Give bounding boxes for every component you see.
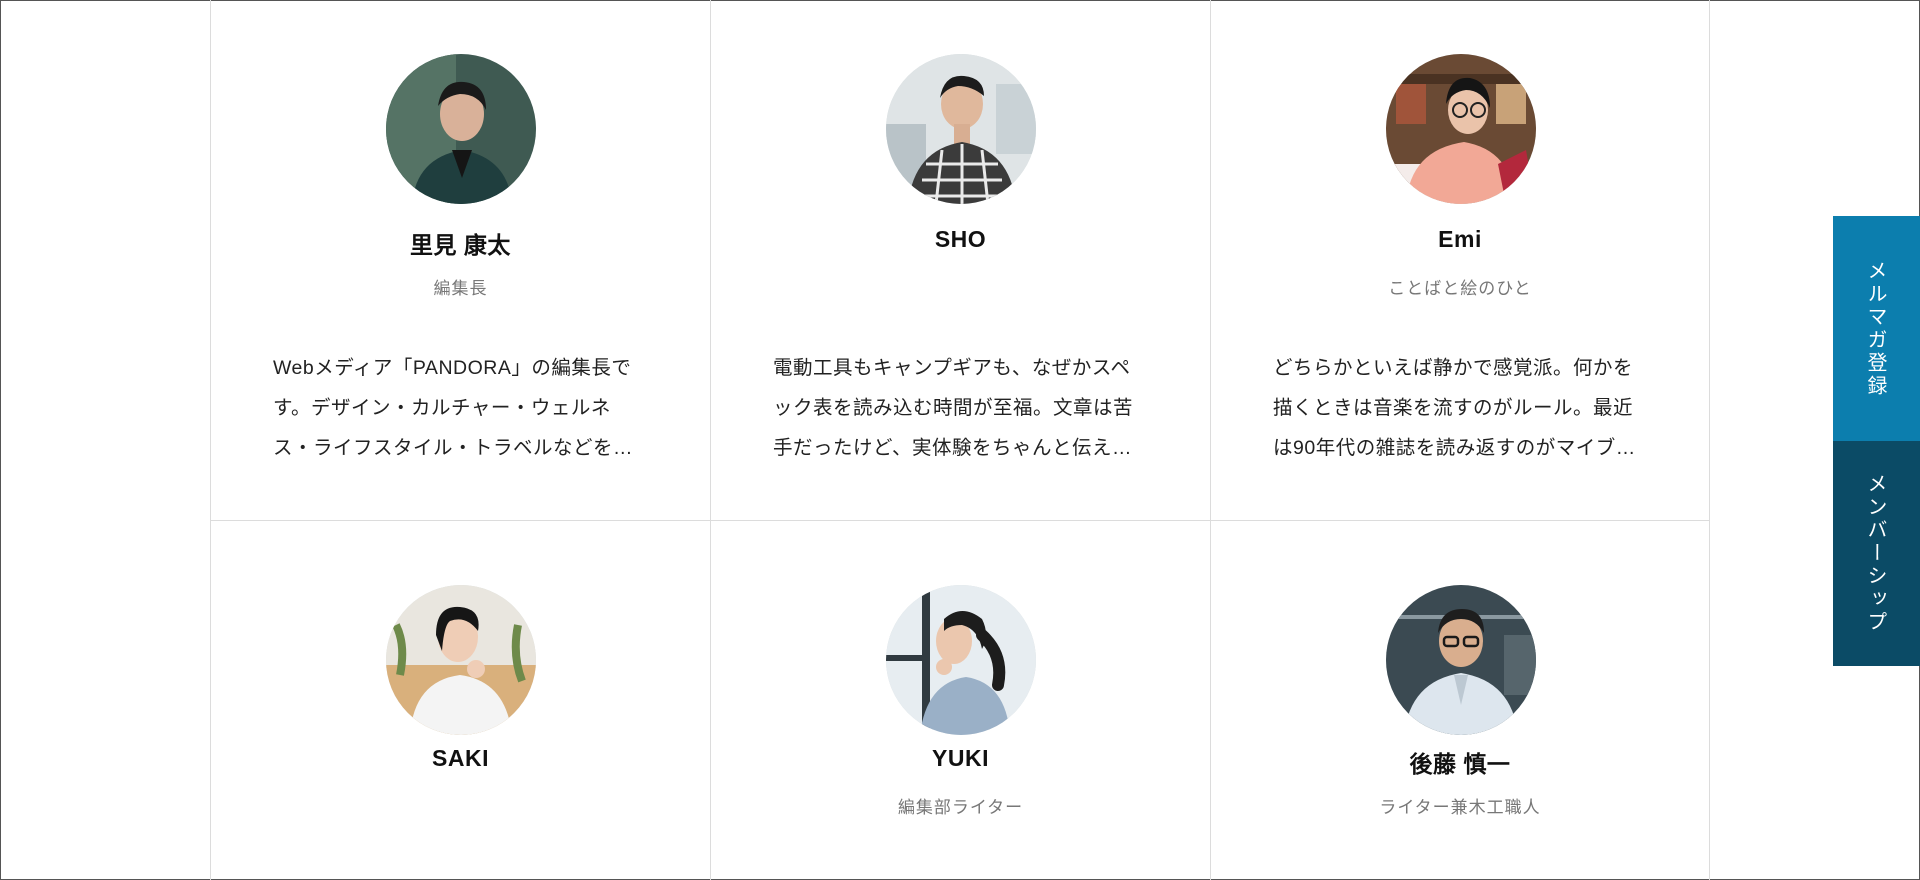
avatar-goto[interactable] [1386,585,1536,735]
avatar-sho[interactable] [886,54,1036,204]
bio-line: 電動工具もキャンプギアも、なぜかスペ [773,357,1131,379]
member-name: SHO [934,226,987,252]
member-bio: どちらかといえば静かで感覚派。何かを 描くときは音楽を流すのがルール。最近 は9… [1273,348,1649,468]
member-card-saki[interactable]: SAKI [210,521,710,880]
member-bio: Webメディア「PANDORA」の編集長で す。デザイン・カルチャー・ウェルネ … [273,348,649,468]
member-card-emi[interactable]: Emi ことばと絵のひと どちらかといえば静かで感覚派。何かを 描くときは音楽を… [1210,0,1710,521]
member-bio: 電動工具もキャンプギアも、なぜかスペ ック表を読み込む時間が至福。文章は苦 手だ… [773,348,1149,468]
member-name: YUKI [932,745,989,771]
bio-line: は90年代の雑誌を読み返すのがマイブ… [1273,437,1636,459]
bio-line: ス・ライフスタイル・トラベルなどを… [273,437,634,459]
bio-line: Webメディア「PANDORA」の編集長で [273,357,632,379]
member-card-goto[interactable]: 後藤 慎一 ライター兼木工職人 [1210,521,1710,880]
member-name: Emi [1438,226,1482,252]
avatar-satomi[interactable] [386,54,536,204]
avatar-saki[interactable] [386,585,536,735]
member-name: 後藤 慎一 [1409,751,1511,777]
avatar-emi[interactable] [1386,54,1536,204]
bio-line: す。デザイン・カルチャー・ウェルネ [273,397,611,419]
newsletter-signup-button[interactable]: メルマガ登録 [1833,216,1920,441]
member-grid: 里見 康太 編集長 Webメディア「PANDORA」の編集長で す。デザイン・カ… [210,0,1710,880]
avatar-yuki[interactable] [886,585,1036,735]
member-role: ことばと絵のひと [1388,279,1532,298]
member-name: SAKI [432,745,489,771]
member-card-sho[interactable]: SHO 電動工具もキャンプギアも、なぜかスペ ック表を読み込む時間が至福。文章は… [710,0,1210,521]
member-card-yuki[interactable]: YUKI 編集部ライター [710,521,1210,880]
member-name: 里見 康太 [410,232,511,258]
bio-line: 手だったけど、実体験をちゃんと伝え… [773,437,1133,459]
bio-line: ック表を読み込む時間が至福。文章は苦 [773,397,1134,419]
member-card-satomi[interactable]: 里見 康太 編集長 Webメディア「PANDORA」の編集長で す。デザイン・カ… [210,0,710,521]
member-role: ライター兼木工職人 [1379,798,1541,817]
bio-line: 描くときは音楽を流すのがルール。最近 [1273,397,1634,419]
bio-line: どちらかといえば静かで感覚派。何かを [1273,357,1634,379]
member-role: 編集部ライター [897,798,1024,817]
member-role: 編集長 [433,279,488,298]
membership-button[interactable]: メンバーシップ [1833,441,1920,666]
